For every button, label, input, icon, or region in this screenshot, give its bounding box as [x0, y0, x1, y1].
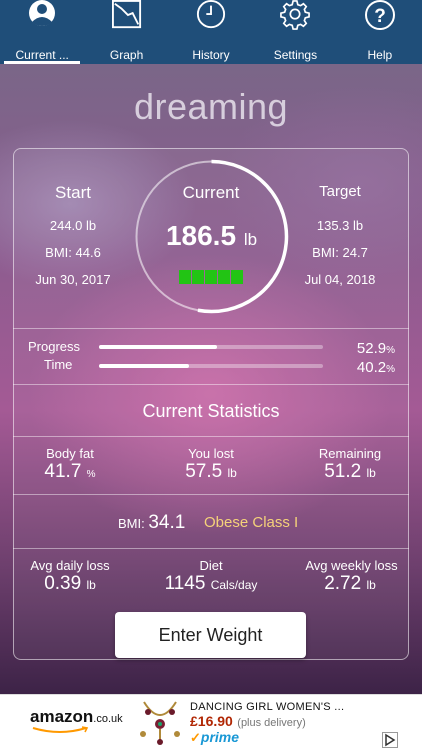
profile-name: dreaming — [133, 86, 289, 127]
remaining-unit: lb — [366, 466, 376, 480]
amazon-brand: amazon — [30, 707, 94, 726]
divider — [13, 436, 409, 437]
avg-daily-loss-value: 0.39 — [44, 573, 82, 594]
ad-banner[interactable]: amazon.co.uk DANCING GIRL WOMEN'S ... £1… — [0, 694, 422, 750]
prime-label: prime — [200, 729, 240, 745]
progress-bar-fill — [99, 345, 218, 349]
amazon-suffix: .co.uk — [93, 713, 123, 725]
amazon-smile-icon — [32, 726, 89, 733]
tab-history[interactable]: History — [169, 0, 253, 64]
help-icon: ? — [364, 0, 395, 30]
bmi-class: Obese Class I — [204, 514, 299, 531]
time-value-display: 40.2% — [335, 359, 395, 376]
active-tab-indicator — [4, 61, 81, 64]
avg-weekly-loss-label: Avg weekly loss — [305, 558, 398, 573]
start-weight: 244.0 lb — [49, 218, 97, 233]
tab-graph[interactable]: Graph — [84, 0, 168, 64]
remaining-label: Remaining — [318, 446, 382, 461]
body-fat-display: 41.7 % — [20, 461, 120, 483]
progress-value-display: 52.9% — [335, 340, 395, 357]
prime-badge: ✓prime — [190, 729, 239, 747]
amazon-logo: amazon.co.uk — [30, 707, 130, 737]
statistics-heading: Current Statistics — [142, 401, 280, 421]
time-value: 40.2 — [356, 359, 387, 376]
tab-current[interactable]: Current ... — [0, 0, 84, 64]
bmi-value: 34.1 — [148, 512, 186, 533]
progress-value: 52.9 — [356, 340, 387, 357]
tab-label: Graph — [109, 48, 144, 62]
target-weight: 135.3 lb — [316, 218, 364, 233]
start-label: Start — [55, 183, 91, 202]
time-unit: % — [386, 364, 395, 375]
gear-icon — [280, 0, 311, 30]
ad-delivery: (plus delivery) — [237, 717, 306, 729]
diet-unit: Cals/day — [210, 578, 258, 592]
start-date: Jun 30, 2017 — [35, 272, 111, 287]
target-date: Jul 04, 2018 — [304, 272, 376, 287]
tab-help[interactable]: ? Help — [338, 0, 422, 64]
avg-weekly-loss-display: 2.72 lb — [300, 573, 400, 595]
tab-settings[interactable]: Settings — [253, 0, 337, 64]
progress-block — [231, 270, 243, 284]
diet-label: Diet — [199, 558, 223, 573]
divider — [13, 548, 409, 549]
body-fat-unit: % — [86, 469, 96, 480]
current-unit: lb — [243, 230, 258, 249]
avg-weekly-loss-value: 2.72 — [324, 573, 362, 594]
divider — [13, 328, 409, 329]
avg-weekly-loss-unit: lb — [366, 578, 376, 592]
remaining-value: 51.2 — [324, 461, 362, 482]
you-lost-display: 57.5 lb — [160, 461, 262, 483]
target-label: Target — [319, 183, 361, 200]
profile-icon — [29, 0, 56, 26]
diet-display: 1145 Cals/day — [140, 573, 282, 595]
time-bar — [99, 364, 323, 368]
avg-daily-loss-label: Avg daily loss — [30, 558, 110, 573]
time-bar-fill — [99, 364, 190, 368]
current-weight-display: 186.5 lb — [140, 220, 283, 252]
tab-label: Current ... — [15, 48, 69, 62]
avg-daily-loss-display: 0.39 lb — [20, 573, 120, 595]
tab-label: History — [192, 48, 230, 62]
you-lost-label: You lost — [188, 446, 234, 461]
you-lost-value: 57.5 — [185, 461, 223, 482]
progress-bar — [99, 345, 323, 349]
tab-label: Help — [367, 48, 393, 62]
progress-unit: % — [386, 345, 395, 356]
time-label: Time — [44, 357, 73, 372]
ad-choices-icon[interactable] — [382, 732, 398, 748]
tab-label: Settings — [273, 48, 318, 62]
progress-block — [192, 270, 204, 284]
progress-block — [179, 270, 191, 284]
top-navigation: Current ... Graph History Settings ? Hel… — [0, 0, 422, 64]
remaining-display: 51.2 lb — [300, 461, 400, 483]
current-label: Current — [182, 183, 240, 202]
ad-title: DANCING GIRL WOMEN'S ... — [190, 701, 345, 713]
divider — [13, 494, 409, 495]
target-bmi: BMI: 24.7 — [312, 245, 368, 260]
progress-block — [218, 270, 230, 284]
divider — [13, 384, 409, 385]
avg-daily-loss-unit: lb — [86, 578, 96, 592]
green-progress-blocks — [179, 270, 243, 284]
you-lost-unit: lb — [227, 466, 237, 480]
graph-icon — [111, 0, 141, 29]
ad-price: £16.90 — [190, 713, 233, 729]
bmi-display: BMI: 34.1 — [118, 512, 198, 534]
enter-weight-button[interactable]: Enter Weight — [115, 612, 306, 658]
necklace-product-image — [140, 701, 180, 745]
diet-value: 1145 — [164, 573, 206, 594]
body-fat-value: 41.7 — [44, 461, 82, 482]
current-weight: 186.5 — [165, 220, 237, 251]
bmi-label: BMI: — [118, 516, 145, 531]
body-fat-label: Body fat — [46, 446, 94, 461]
start-bmi: BMI: 44.6 — [45, 245, 101, 260]
clock-icon — [196, 0, 226, 29]
prime-check-icon: ✓ — [190, 730, 201, 745]
progress-block — [205, 270, 217, 284]
progress-label: Progress — [28, 339, 81, 354]
svg-text:?: ? — [374, 6, 386, 27]
